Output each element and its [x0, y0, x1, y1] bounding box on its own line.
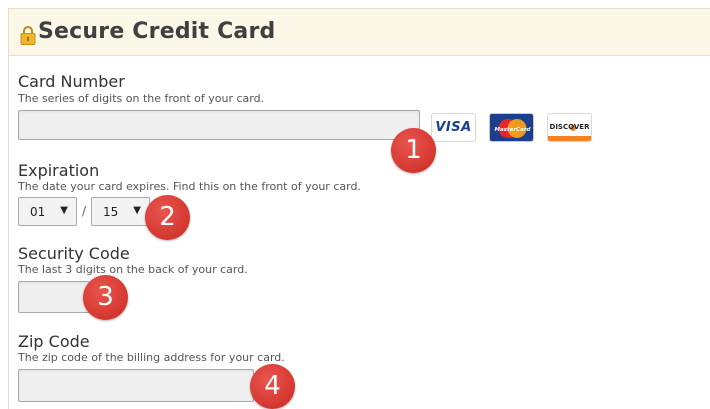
discover-logo: DISCOVER [547, 113, 592, 142]
expiration-year-select[interactable]: 15 ▼ [91, 197, 150, 226]
card-number-help: The series of digits on the front of you… [18, 92, 265, 105]
expiration-label: Expiration [18, 161, 100, 180]
zip-code-label: Zip Code [18, 332, 90, 351]
zip-code-input[interactable] [18, 369, 254, 402]
marker-2: 2 [145, 195, 190, 240]
visa-logo: VISA [431, 113, 476, 142]
mastercard-logo: MasterCard [489, 113, 534, 142]
lock-icon [20, 26, 36, 45]
card-number-label: Card Number [18, 72, 125, 91]
card-number-input[interactable] [18, 110, 420, 140]
security-code-label: Security Code [18, 244, 130, 263]
zip-code-help: The zip code of the billing address for … [18, 351, 285, 364]
panel-title: Secure Credit Card [38, 19, 276, 44]
security-code-input[interactable] [18, 281, 90, 313]
credit-card-panel: Secure Credit Card Card Number The serie… [8, 8, 710, 409]
expiration-help: The date your card expires. Find this on… [18, 180, 361, 193]
visa-logo-text: VISA [435, 120, 472, 135]
discover-logo-text: DISCOVER [549, 123, 590, 131]
dropdown-arrow-icon: ▼ [133, 205, 141, 216]
marker-1: 1 [391, 128, 436, 173]
dropdown-arrow-icon: ▼ [60, 205, 68, 216]
expiration-month-value: 01 [30, 205, 46, 219]
date-separator: / [82, 204, 87, 218]
expiration-month-select[interactable]: 01 ▼ [18, 197, 77, 226]
security-code-help: The last 3 digits on the back of your ca… [18, 263, 248, 276]
marker-4: 4 [250, 364, 295, 409]
mastercard-icon: MasterCard [490, 114, 533, 141]
expiration-year-value: 15 [103, 205, 119, 219]
panel-header: Secure Credit Card [9, 9, 710, 56]
marker-3: 3 [83, 275, 128, 320]
svg-text:MasterCard: MasterCard [495, 127, 531, 133]
